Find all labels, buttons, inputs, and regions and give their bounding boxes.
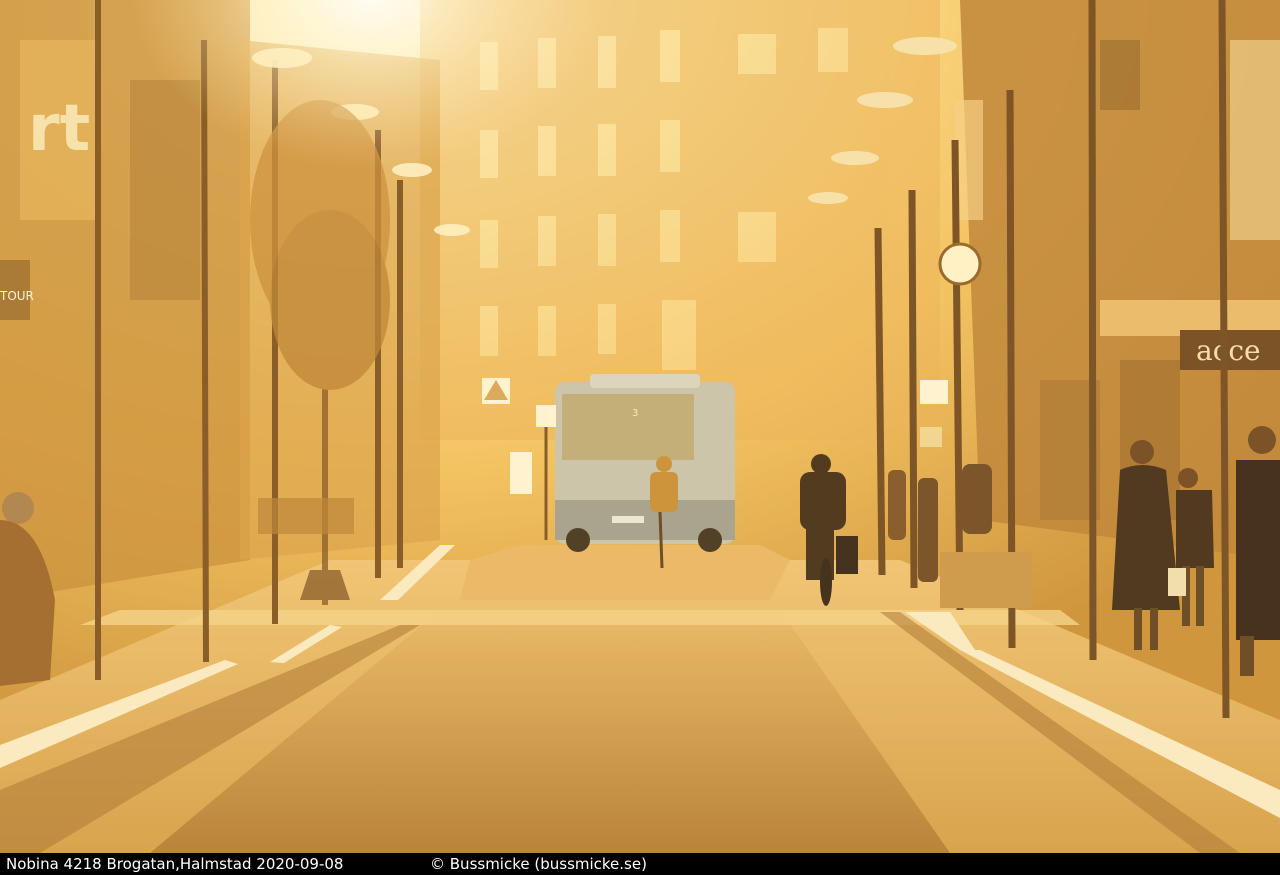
- photo-caption: Nobina 4218 Brogatan,Halmstad 2020-09-08: [6, 855, 344, 873]
- street-scene: rt TOUR acce 3: [0, 0, 1280, 853]
- street-photo: rt TOUR acce 3: [0, 0, 1280, 853]
- caption-bar: Nobina 4218 Brogatan,Halmstad 2020-09-08…: [0, 853, 1280, 875]
- copyright-credit: © Bussmicke (bussmicke.se): [430, 855, 647, 873]
